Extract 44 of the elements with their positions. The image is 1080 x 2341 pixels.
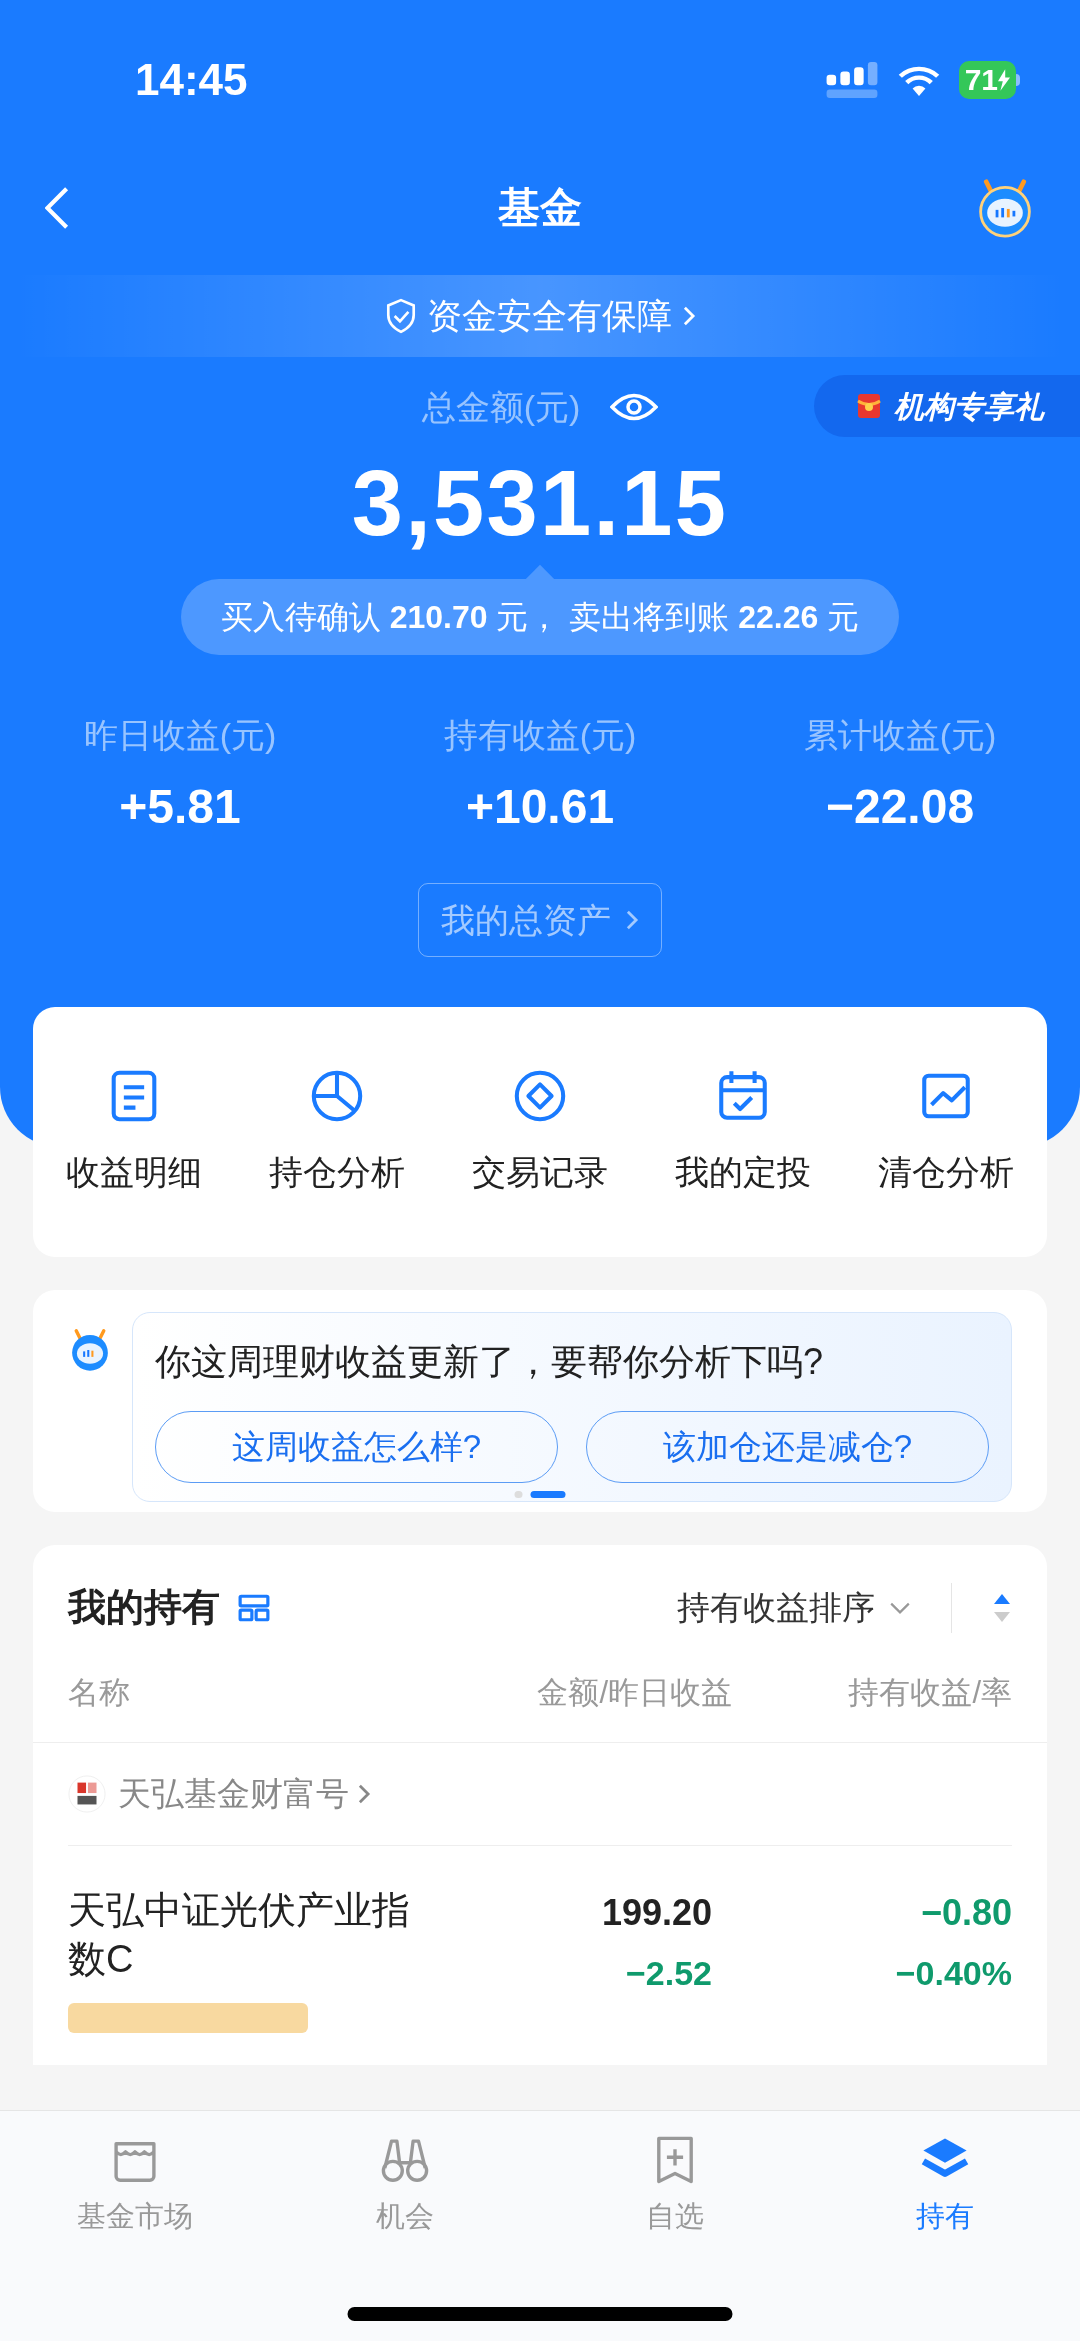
sort-dropdown[interactable]: 持有收益排序 xyxy=(677,1582,911,1633)
eye-icon[interactable] xyxy=(610,392,659,422)
fund-name[interactable]: 天弘中证光伏产业指数C xyxy=(68,1886,428,1999)
stat-label: 昨日收益(元) xyxy=(83,715,277,756)
shortcut-item[interactable]: 收益明细 xyxy=(33,1066,236,1198)
layout-icon[interactable] xyxy=(238,1593,270,1622)
signal-icon xyxy=(824,62,879,98)
shortcut-item[interactable]: 交易记录 xyxy=(438,1066,642,1198)
fund-company-logo-icon xyxy=(68,1775,106,1813)
chevron-icon xyxy=(357,1783,371,1805)
total-assets-button[interactable]: 我的总资产 xyxy=(418,883,662,957)
holding-profit: −0.80 xyxy=(920,1891,1012,1935)
stat-label: 累计收益(元) xyxy=(803,715,997,756)
page-title: 基金 xyxy=(498,183,582,233)
yesterday-profit: −2.52 xyxy=(625,1953,712,1994)
caret-icon xyxy=(889,1600,911,1615)
holdings-title: 我的持有 xyxy=(68,1585,220,1630)
shortcut-item[interactable]: 我的定投 xyxy=(641,1066,845,1198)
total-amount: 3,531.15 xyxy=(351,457,729,549)
shortcut-item[interactable]: 清仓分析 xyxy=(844,1066,1047,1198)
pending-pill: 买入待确认 210.70 元， 卖出将到账 22.26 元 xyxy=(180,579,900,655)
status-time: 14:45 xyxy=(135,54,248,106)
fund-company-link[interactable]: 天弘基金财富号 xyxy=(118,1769,371,1819)
wifi-icon xyxy=(896,64,941,96)
stat-value: +5.81 xyxy=(119,779,241,835)
fund-amount: 199.20 xyxy=(601,1891,712,1935)
shortcut-item[interactable]: 持仓分析 xyxy=(235,1066,439,1198)
shield-check-icon xyxy=(384,298,417,334)
promo-badge[interactable]: 机构专享礼 xyxy=(814,375,1080,437)
tab-item[interactable]: 持有 xyxy=(810,2133,1080,2239)
stat-label: 持有收益(元) xyxy=(443,715,637,756)
total-label: 总金额(元) xyxy=(421,386,581,428)
column-header: 名称 xyxy=(68,1674,131,1712)
tab-item[interactable]: 基金市场 xyxy=(0,2133,270,2239)
tab-item[interactable]: 机会 xyxy=(270,2133,540,2239)
chevron-icon xyxy=(681,305,696,327)
stat-value: −22.08 xyxy=(825,779,975,835)
tab-item[interactable]: 自选 xyxy=(540,2133,810,2239)
column-header: 持有收益/率 xyxy=(847,1674,1012,1712)
stat-value: +10.61 xyxy=(465,779,615,835)
chevron-icon xyxy=(625,909,639,931)
column-header: 金额/昨日收益 xyxy=(537,1674,732,1712)
holding-rate: −0.40% xyxy=(895,1953,1012,1994)
assistant-message: 你这周理财收益更新了，要帮你分析下吗? xyxy=(155,1340,825,1384)
